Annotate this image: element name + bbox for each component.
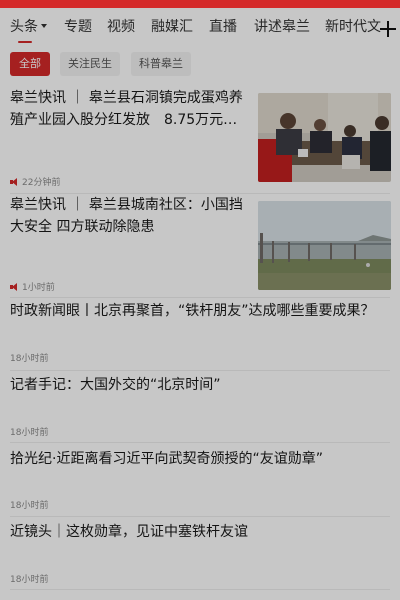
tab-narrate-gaolan[interactable]: 讲述皋兰	[254, 16, 310, 36]
article-meta: 22分钟前	[10, 175, 60, 188]
list-item[interactable]: 记者手记：大国外交的“北京时间” 18小时前	[0, 374, 400, 438]
article-thumbnail[interactable]	[258, 93, 391, 182]
divider	[10, 297, 390, 298]
article-title: 拾光纪·近距离看习近平向武契奇颁授的“友谊勋章”	[10, 451, 323, 467]
meeting-photo	[258, 93, 391, 182]
divider	[10, 370, 390, 371]
landscape-photo	[258, 201, 391, 290]
chip-livelihood[interactable]: 关注民生	[60, 52, 120, 76]
tab-media-hub[interactable]: 融媒汇	[151, 16, 193, 36]
divider	[10, 516, 390, 517]
article-title: 皋兰快讯 ｜ 皋兰县城南社区：小国挡大安全 四方联动除隐患	[10, 197, 243, 235]
article-title: 皋兰快讯 ｜ 皋兰县石洞镇完成蛋鸡养殖产业园入股分红发放 8.75万元…	[10, 90, 243, 128]
tab-live[interactable]: 直播	[209, 16, 237, 36]
tab-headlines[interactable]: 头条	[10, 16, 47, 36]
speaker-icon	[10, 282, 18, 291]
article-time: 1小时前	[22, 283, 55, 293]
divider	[10, 589, 390, 590]
article-meta: 1小时前	[10, 280, 55, 293]
article-time: 22分钟前	[22, 178, 61, 188]
tab-video[interactable]: 视频	[107, 16, 135, 36]
speaker-icon	[10, 177, 18, 186]
article-time: 18小时前	[10, 354, 49, 364]
tab-topics[interactable]: 专题	[64, 16, 92, 36]
list-item[interactable]: 皋兰快讯 ｜ 皋兰县城南社区：小国挡大安全 四方联动除隐患 1小时前	[0, 194, 400, 298]
list-item[interactable]: 拾光纪·近距离看习近平向武契奇颁授的“友谊勋章” 18小时前	[0, 448, 400, 511]
tab-label: 头条	[10, 19, 38, 35]
add-channel-icon[interactable]	[380, 21, 396, 37]
article-title: 时政新闻眼丨北京再聚首，“铁杆朋友”达成哪些重要成果？	[10, 303, 375, 319]
tab-new-era[interactable]: 新时代文	[325, 16, 381, 36]
tab-active-indicator	[18, 41, 32, 43]
article-thumbnail[interactable]	[258, 201, 391, 290]
chip-all[interactable]: 全部	[10, 52, 50, 76]
article-time: 18小时前	[10, 428, 49, 438]
chip-science[interactable]: 科普皋兰	[131, 52, 191, 76]
divider	[10, 442, 390, 443]
article-title: 近镜头｜这枚勋章，见证中塞铁杆友谊	[10, 524, 248, 540]
list-item[interactable]: 皋兰快讯 ｜ 皋兰县石洞镇完成蛋鸡养殖产业园入股分红发放 8.75万元… 22分…	[0, 86, 400, 190]
article-time: 18小时前	[10, 575, 49, 585]
caret-down-icon	[41, 24, 47, 28]
filter-chips: 全部 关注民生 科普皋兰	[0, 50, 400, 80]
list-item[interactable]: 近镜头｜这枚勋章，见证中塞铁杆友谊 18小时前	[0, 521, 400, 585]
article-title: 记者手记：大国外交的“北京时间”	[10, 377, 221, 393]
top-accent-bar	[0, 0, 400, 8]
channel-tabs: 头条 专题 视频 融媒汇 直播 讲述皋兰 新时代文	[0, 8, 400, 44]
article-time: 18小时前	[10, 501, 49, 511]
list-item[interactable]: 时政新闻眼丨北京再聚首，“铁杆朋友”达成哪些重要成果？ 18小时前	[0, 300, 400, 372]
